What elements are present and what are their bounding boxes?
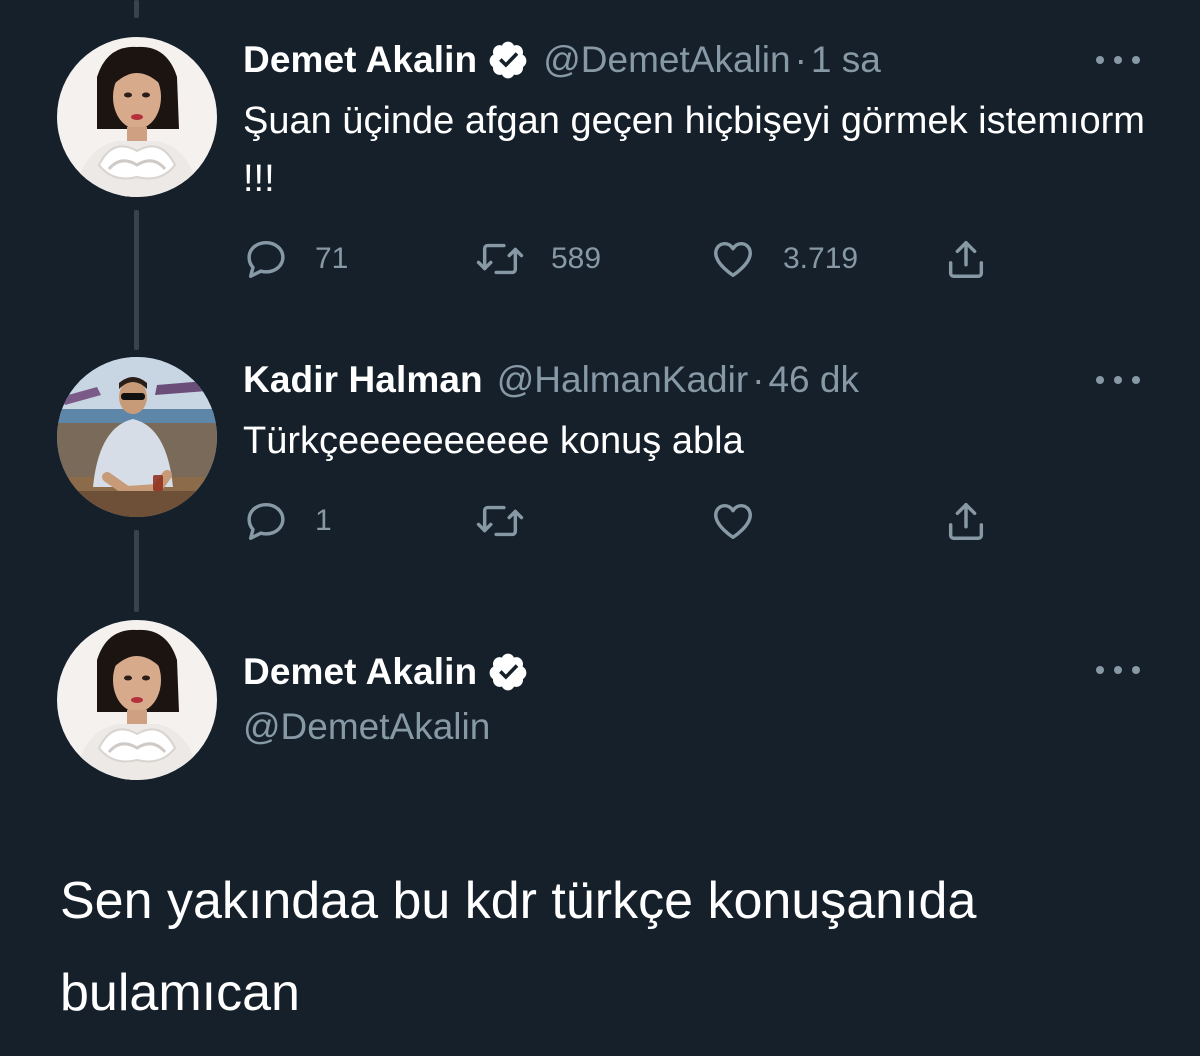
reply-button[interactable]: 71 <box>243 234 348 284</box>
separator-dot: · <box>794 39 807 80</box>
thread-line-top <box>134 0 139 18</box>
retweet-icon <box>476 505 524 537</box>
author-name[interactable]: Demet Akalin <box>243 39 477 81</box>
share-icon <box>948 502 984 540</box>
reply-icon <box>247 502 285 540</box>
reply-count: 1 <box>315 504 332 537</box>
avatar-kadir-halman[interactable] <box>57 357 217 517</box>
tweet-header: Demet Akalin <box>243 644 529 700</box>
reply-count: 71 <box>315 242 349 275</box>
tweet-text: Şuan üçinde afgan geçen hiçbişeyi görmek… <box>243 100 1145 200</box>
thread-line-2 <box>134 530 139 612</box>
tweet-actions: 71 589 3.719 <box>243 234 1003 284</box>
reply-icon <box>247 240 285 278</box>
tweet-timestamp[interactable]: 1 sa <box>811 39 881 81</box>
share-icon <box>948 240 984 278</box>
like-count: 3.719 <box>783 242 859 275</box>
retweet-button[interactable] <box>475 496 551 546</box>
retweet-count: 589 <box>551 242 602 275</box>
separator-dot: · <box>752 359 765 400</box>
author-handle[interactable]: @DemetAkalin <box>243 706 490 748</box>
verified-badge-icon <box>487 39 529 81</box>
thread-line-1 <box>134 210 139 350</box>
tweet-timestamp[interactable]: 46 dk <box>768 359 859 401</box>
tweet-actions: 1 <box>243 496 1003 546</box>
share-button[interactable] <box>943 234 989 284</box>
focused-tweet-text: Sen yakındaa bu kdr türkçe konuşanıda bu… <box>60 872 977 1022</box>
tweet-header: Demet Akalin @DemetAkalin · 1 sa <box>243 32 881 88</box>
more-icon[interactable] <box>1096 50 1140 70</box>
verified-badge-icon <box>487 651 529 693</box>
tweet-header: Kadir Halman @HalmanKadir · 46 dk <box>243 352 859 408</box>
reply-button[interactable]: 1 <box>243 496 332 546</box>
more-icon[interactable] <box>1096 660 1140 680</box>
tweet-text: Türkçeeeeeeeeee konuş abla <box>243 420 744 462</box>
more-icon[interactable] <box>1096 370 1140 390</box>
like-icon <box>714 503 752 540</box>
retweet-icon <box>476 243 524 275</box>
like-button[interactable]: 3.719 <box>709 234 858 284</box>
like-icon <box>714 241 752 278</box>
avatar-demet-akalin[interactable] <box>57 37 217 197</box>
like-button[interactable] <box>709 496 783 546</box>
retweet-button[interactable]: 589 <box>475 234 601 284</box>
share-button[interactable] <box>943 496 989 546</box>
author-handle[interactable]: @HalmanKadir <box>497 359 748 401</box>
author-handle[interactable]: @DemetAkalin <box>543 39 790 81</box>
avatar-demet-akalin[interactable] <box>57 620 217 780</box>
author-name[interactable]: Kadir Halman <box>243 359 483 401</box>
author-name[interactable]: Demet Akalin <box>243 651 477 693</box>
